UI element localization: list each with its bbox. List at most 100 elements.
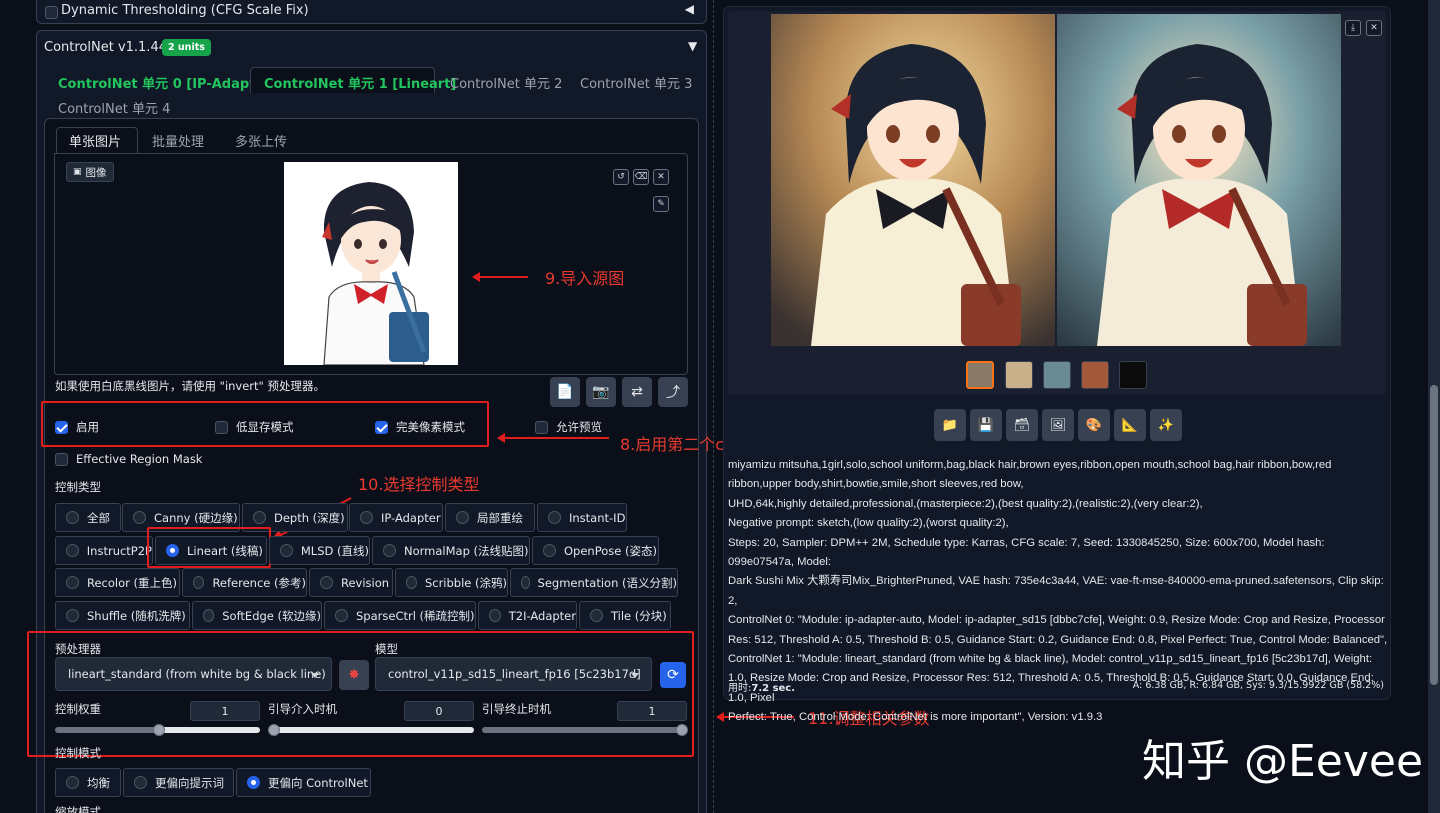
watermark: 知乎 @Eevee: [1142, 736, 1424, 787]
collapse-down-icon[interactable]: ▼: [688, 39, 697, 53]
control-type-label-text: NormalMap (法线贴图): [404, 543, 529, 558]
control-type-inpaint[interactable]: 局部重绘: [445, 503, 535, 532]
control-type-normalmap[interactable]: NormalMap (法线贴图): [372, 536, 530, 565]
tab-unit-3[interactable]: ControlNet 单元 3: [580, 73, 692, 92]
download-icon[interactable]: ⤓: [1345, 20, 1361, 36]
control-type-ip-adapter[interactable]: IP-Adapter: [349, 503, 443, 532]
radio-indicator: [360, 511, 373, 524]
control-mode-controlnet[interactable]: 更偏向 ControlNet: [236, 768, 371, 797]
guidance-end-slider-thumb[interactable]: [676, 724, 688, 736]
control-mode-prompt[interactable]: 更偏向提示词: [123, 768, 234, 797]
refresh-models-button[interactable]: ⟳: [660, 662, 686, 688]
radio-indicator: [66, 776, 79, 789]
control-type-revision[interactable]: Revision: [309, 568, 393, 597]
control-type-sparsectrl[interactable]: SparseCtrl (稀疏控制): [324, 601, 476, 630]
zip-button[interactable]: 🗃: [1006, 409, 1038, 441]
control-type-openpose[interactable]: OpenPose (姿态): [532, 536, 659, 565]
pixel-perfect-row[interactable]: 完美像素模式: [375, 419, 465, 435]
pixel-perfect-label: 完美像素模式: [396, 420, 465, 434]
control-type-instructp2p[interactable]: InstructP2P: [55, 536, 153, 565]
output-image-1[interactable]: [771, 14, 1055, 346]
dynamic-thresholding-checkbox[interactable]: [45, 6, 58, 19]
palette-icon: 🎨: [1085, 417, 1103, 433]
swap-button[interactable]: ⇄: [622, 377, 652, 407]
model-dropdown[interactable]: control_v11p_sd15_lineart_fp16 [5c23b17d…: [375, 657, 652, 691]
dynamic-thresholding-panel[interactable]: Dynamic Thresholding (CFG Scale Fix) ◀: [36, 0, 707, 24]
control-mode-label-text: 均衡: [87, 775, 110, 790]
tab-unit-2[interactable]: ControlNet 单元 2: [450, 73, 562, 92]
weight-slider-track[interactable]: [159, 727, 260, 733]
tab-unit-4[interactable]: ControlNet 单元 4: [58, 98, 170, 117]
weight-input[interactable]: 1: [190, 701, 260, 721]
tab-single-image[interactable]: 单张图片: [69, 131, 121, 150]
preprocessor-dropdown[interactable]: lineart_standard (from white bg & black …: [55, 657, 332, 691]
control-type-segmentation[interactable]: Segmentation (语义分割): [510, 568, 678, 597]
control-type-instant-id[interactable]: Instant-ID: [537, 503, 627, 532]
run-preprocessor-button[interactable]: ✸: [339, 660, 369, 690]
time-value: 7.2 sec.: [751, 683, 796, 694]
radio-indicator: [456, 511, 469, 524]
pixel-perfect-checkbox[interactable]: [375, 420, 388, 434]
info-line: Res: 512, Threshold A: 0.5, Threshold B:…: [728, 633, 1388, 646]
save-icon: 💾: [977, 417, 995, 433]
annotation-9: 9.导入源图: [545, 269, 625, 288]
low-vram-checkbox[interactable]: [215, 420, 228, 434]
erase-icon[interactable]: ⌫: [633, 169, 649, 185]
page-scrollbar-thumb[interactable]: [1430, 385, 1438, 685]
send-to-img2img-button[interactable]: 🖼: [1042, 409, 1074, 441]
upscale-button[interactable]: ✨: [1150, 409, 1182, 441]
new-canvas-button[interactable]: 📄: [550, 377, 580, 407]
weight-slider-thumb[interactable]: [153, 724, 165, 736]
collapse-left-icon[interactable]: ◀: [685, 2, 694, 16]
control-type-label-text: Instant-ID: [569, 510, 626, 525]
thumbnail-1[interactable]: [1005, 361, 1033, 389]
thumbnail-4[interactable]: [1119, 361, 1147, 389]
radio-indicator: [247, 776, 260, 789]
tab-batch[interactable]: 批量处理: [152, 131, 204, 150]
info-line: ControlNet 0: "Module: ip-adapter-auto, …: [728, 614, 1385, 627]
model-value: control_v11p_sd15_lineart_fp16 [5c23b17d…: [388, 667, 641, 681]
control-mode-label-text: 更偏向提示词: [155, 775, 224, 790]
control-type-shuffle[interactable]: Shuffle (随机洗牌): [55, 601, 190, 630]
thumbnail-grid[interactable]: [966, 361, 994, 389]
camera-button[interactable]: 📷: [586, 377, 616, 407]
effective-region-mask-checkbox[interactable]: [55, 452, 68, 466]
control-type-recolor[interactable]: Recolor (重上色): [55, 568, 180, 597]
output-image-2[interactable]: [1057, 14, 1341, 346]
thumbnail-2[interactable]: [1043, 361, 1071, 389]
control-type-t2i-adapter[interactable]: T2I-Adapter: [478, 601, 577, 630]
enable-checkbox-row[interactable]: 启用: [55, 419, 99, 435]
tab-unit-0[interactable]: ControlNet 单元 0 [IP-Adapter]: [58, 73, 277, 92]
allow-preview-row[interactable]: 允许预览: [535, 419, 602, 435]
thumbnail-3[interactable]: [1081, 361, 1109, 389]
brush-icon[interactable]: ✎: [653, 196, 669, 212]
control-type-tile[interactable]: Tile (分块): [579, 601, 671, 630]
send-dimensions-button[interactable]: ⤴: [658, 377, 688, 407]
control-type-reference[interactable]: Reference (参考): [182, 568, 307, 597]
dynamic-thresholding-label: Dynamic Thresholding (CFG Scale Fix): [61, 3, 309, 18]
enable-checkbox[interactable]: [55, 420, 68, 434]
send-to-inpaint-button[interactable]: 🎨: [1078, 409, 1110, 441]
guidance-start-input[interactable]: 0: [404, 701, 474, 721]
control-mode-balanced[interactable]: 均衡: [55, 768, 121, 797]
effective-region-mask-row[interactable]: Effective Region Mask: [55, 452, 202, 466]
control-type-scribble[interactable]: Scribble (涂鸦): [395, 568, 508, 597]
low-vram-row[interactable]: 低显存模式: [215, 419, 294, 435]
guidance-end-input[interactable]: 1: [617, 701, 687, 721]
save-button[interactable]: 💾: [970, 409, 1002, 441]
close-icon[interactable]: ✕: [653, 169, 669, 185]
tab-unit-1[interactable]: ControlNet 单元 1 [Lineart]: [264, 73, 456, 92]
undo-icon[interactable]: ↺: [613, 169, 629, 185]
tab-multi-upload[interactable]: 多张上传: [235, 131, 287, 150]
guidance-start-slider-thumb[interactable]: [268, 724, 280, 736]
guidance-start-slider-track[interactable]: [268, 727, 474, 733]
control-type-all[interactable]: 全部: [55, 503, 121, 532]
send-to-extras-button[interactable]: 📐: [1114, 409, 1146, 441]
control-type-mlsd[interactable]: MLSD (直线): [269, 536, 370, 565]
allow-preview-checkbox[interactable]: [535, 420, 548, 434]
control-type-label-text: Recolor (重上色): [87, 575, 177, 590]
source-image: [284, 162, 458, 365]
open-folder-button[interactable]: 📁: [934, 409, 966, 441]
control-type-softedge[interactable]: SoftEdge (软边缘): [192, 601, 322, 630]
close-gallery-icon[interactable]: ✕: [1366, 20, 1382, 36]
